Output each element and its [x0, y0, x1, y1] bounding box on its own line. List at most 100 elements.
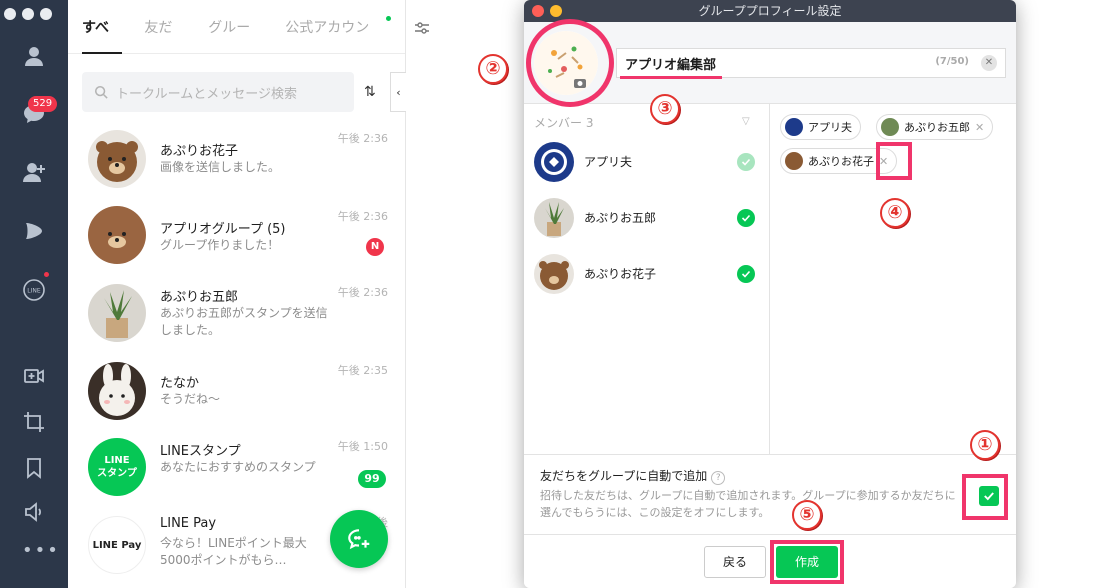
help-icon[interactable]: ? — [711, 471, 726, 485]
dialog-title: グループプロフィール設定 — [698, 4, 842, 18]
search-icon — [94, 85, 108, 99]
chip-label: あぷりお五郎 — [904, 121, 970, 134]
annotation-number: ③ — [650, 94, 680, 124]
member-name: アプリ夫 — [584, 155, 633, 169]
tab-all[interactable]: すべて — [82, 0, 123, 92]
auto-add-section: 友だちをグループに自動で追加? 招待した友だちは、グループに自動で追加されます。… — [524, 454, 1016, 534]
auto-add-title-text: 友だちをグループに自動で追加 — [540, 469, 708, 483]
chat-time: 午後 2:35 — [337, 364, 388, 377]
window-dot[interactable] — [22, 8, 34, 20]
list-tabs: すべて 友だち グループ 公式アカウント — [68, 0, 429, 92]
member-name: あぷりお花子 — [584, 267, 657, 281]
svg-text:LINE: LINE — [27, 288, 41, 295]
chat-list-item[interactable]: LINE スタンプ LINEスタンプ あなたにおすすめのスタンプ 午後 1:50… — [68, 434, 406, 512]
annotation-number: ② — [478, 54, 508, 84]
minimize-window-button[interactable] — [550, 5, 562, 17]
more-icon[interactable]: ••• — [22, 540, 60, 561]
chat-preview: 画像を送信しました。 — [160, 160, 281, 174]
auto-add-description: 招待した友だちは、グループに自動で追加されます。グループに参加するか友だちに選ん… — [540, 489, 956, 519]
chat-list-item[interactable]: あぷりお五郎 あぷりお五郎がスタンプを送信しました。 午後 2:36 — [68, 278, 406, 356]
new-chat-icon — [348, 529, 370, 550]
name-underline-highlight — [620, 76, 722, 79]
tab-friends[interactable]: 友だち — [144, 0, 186, 92]
member-list: メンバー 3 ▽ アプリ夫 あぷりお五郎 あぷりお花子 — [524, 104, 770, 454]
line-official-icon[interactable]: LINE — [20, 276, 48, 304]
tab-official-accounts[interactable]: 公式アカウント — [285, 0, 383, 92]
new-badge: N — [366, 238, 384, 256]
member-count-header: メンバー 3 — [534, 116, 594, 130]
chat-list-item[interactable]: たなか そうだね〜 午後 2:35 — [68, 356, 406, 434]
member-row[interactable]: アプリ夫 — [524, 134, 770, 190]
video-call-icon[interactable] — [20, 362, 48, 390]
check-icon[interactable] — [737, 153, 755, 171]
chat-name: あぷりお五郎 — [160, 290, 239, 305]
avatar: LINE Pay — [88, 516, 146, 574]
left-nav-rail: 529 LINE ••• — [0, 0, 68, 588]
voom-icon[interactable] — [20, 216, 48, 244]
group-name-input[interactable]: アプリオ編集部 (7/50) ✕ — [616, 48, 1006, 78]
check-icon[interactable] — [737, 265, 755, 283]
chevron-down-icon[interactable]: ▽ — [742, 116, 750, 127]
avatar — [534, 142, 574, 182]
chat-name: LINE Pay — [160, 516, 217, 531]
avatar-highlight-ring — [526, 19, 614, 107]
filter-icon[interactable] — [414, 20, 430, 36]
window-dot[interactable] — [4, 8, 16, 20]
chat-preview: あぷりお五郎がスタンプを送信しました。 — [160, 306, 328, 337]
avatar — [88, 284, 146, 342]
chat-preview: グループ作りました！ — [160, 238, 280, 252]
chat-time: 午後 2:36 — [337, 132, 388, 145]
crop-icon[interactable] — [20, 408, 48, 436]
avatar: LINE スタンプ — [88, 438, 146, 496]
friends-icon[interactable] — [20, 42, 48, 70]
member-row[interactable]: あぷりお花子 — [524, 246, 770, 302]
avatar-logo-text: LINE スタンプ — [97, 455, 137, 479]
bookmark-icon[interactable] — [20, 454, 48, 482]
chat-list-item[interactable]: あぷりお花子 画像を送信しました。 午後 2:36 — [68, 122, 406, 200]
avatar — [881, 118, 899, 136]
collapse-panel-button[interactable]: ‹ — [390, 72, 406, 112]
search-input[interactable]: トークルームとメッセージ検索 — [82, 72, 354, 112]
speaker-icon[interactable] — [20, 498, 48, 526]
line-app-window: 529 LINE ••• すべて 友だち グループ 公式アカウント — [0, 0, 1100, 588]
selected-chip: アプリ夫 — [780, 114, 861, 140]
new-chat-button[interactable] — [330, 510, 388, 568]
chat-time: 午後 1:50 — [337, 440, 388, 453]
avatar — [534, 198, 574, 238]
remove-highlight-box — [876, 142, 912, 180]
create-highlight-box — [770, 540, 844, 584]
avatar — [88, 362, 146, 420]
dialog-titlebar: グループプロフィール設定 — [524, 0, 1016, 22]
avatar — [785, 118, 803, 136]
chat-name: たなか — [160, 376, 200, 391]
chat-preview: 今なら！LINEポイント最大5000ポイントがもら… — [160, 536, 307, 567]
window-dot[interactable] — [40, 8, 52, 20]
back-button[interactable]: 戻る — [704, 546, 766, 578]
sort-icon[interactable]: ⇅ — [364, 84, 376, 100]
annotation-number: ④ — [880, 198, 910, 228]
chat-time: 午後 2:36 — [337, 210, 388, 223]
char-counter: (7/50) — [935, 56, 969, 67]
chat-name: あぷりお花子 — [160, 144, 239, 159]
tab-groups[interactable]: グループ — [208, 0, 263, 92]
clear-icon[interactable]: ✕ — [981, 55, 997, 71]
chat-name: LINEスタンプ — [160, 444, 241, 459]
member-name: あぷりお五郎 — [584, 211, 657, 225]
chat-list-panel: すべて 友だち グループ 公式アカウント トークルームとメッセージ検索 ⇅ ‹ … — [68, 0, 429, 588]
chat-time: 午後 2:36 — [337, 286, 388, 299]
selected-chip: あぷりお五郎 ✕ — [876, 114, 994, 140]
add-friend-icon[interactable] — [20, 158, 48, 186]
remove-icon[interactable]: ✕ — [975, 121, 984, 134]
annotation-number: ① — [970, 430, 1000, 460]
member-row[interactable]: あぷりお五郎 — [524, 190, 770, 246]
chat-preview: そうだね〜 — [160, 392, 221, 406]
close-window-button[interactable] — [532, 5, 544, 17]
chat-name: アプリオグループ (5) — [160, 222, 286, 237]
avatar — [88, 130, 146, 188]
check-icon[interactable] — [737, 209, 755, 227]
chat-preview: あなたにおすすめのスタンプ — [160, 460, 316, 474]
avatar-logo-text: LINE Pay — [92, 539, 142, 551]
avatar — [534, 254, 574, 294]
chat-list-item[interactable]: アプリオグループ (5) グループ作りました！ 午後 2:36 N — [68, 200, 406, 278]
unread-badge: 529 — [28, 96, 58, 112]
